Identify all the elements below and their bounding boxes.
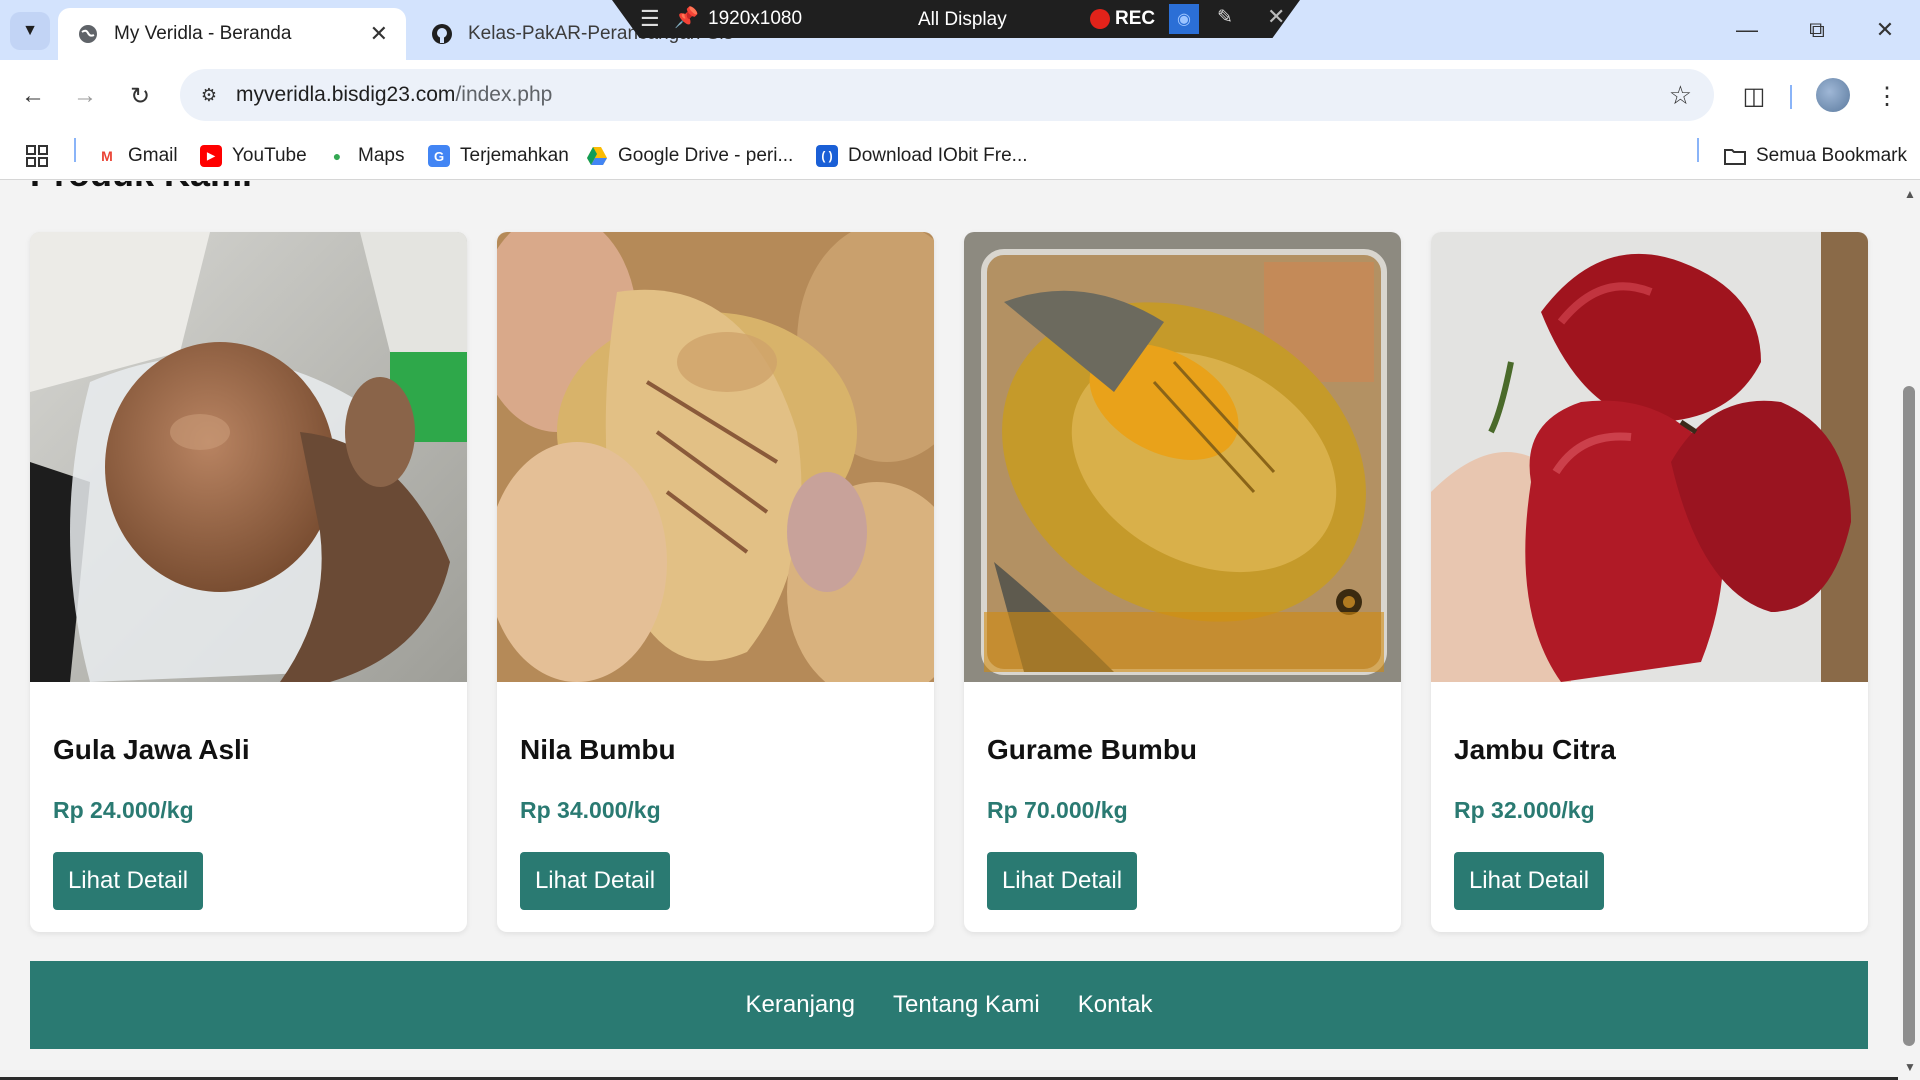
tab-search-button[interactable]: ▼ xyxy=(10,12,50,50)
bookmark-youtube[interactable]: ▶ YouTube xyxy=(200,142,307,170)
product-image-gurame-bumbu xyxy=(964,232,1401,682)
recording-resolution[interactable]: 1920x1080 xyxy=(708,8,802,30)
product-card: Gula Jawa Asli Rp 24.000/kg Lihat Detail xyxy=(30,232,467,932)
product-name: Nila Bumbu xyxy=(520,734,676,765)
bookmark-label: Google Drive - peri... xyxy=(618,145,794,166)
product-price: Rp 24.000/kg xyxy=(53,797,194,823)
url-path: /index.php xyxy=(455,83,553,106)
bookmarks-divider xyxy=(1697,138,1699,162)
camera-icon[interactable]: ◉ xyxy=(1169,4,1199,34)
more-menu-icon[interactable]: ⋮ xyxy=(1868,77,1906,115)
footer-link-tentang-kami[interactable]: Tentang Kami xyxy=(893,991,1040,1019)
browser-toolbar: ← → ↻ ⚙ myveridla.bisdig23.com/index.php… xyxy=(0,60,1920,130)
product-price: Rp 32.000/kg xyxy=(1454,797,1595,823)
view-detail-button[interactable]: Lihat Detail xyxy=(520,852,670,910)
scroll-down-arrow-icon[interactable]: ▼ xyxy=(1904,1060,1916,1074)
iobit-icon: ( ) xyxy=(816,145,838,167)
bookmark-label: YouTube xyxy=(232,145,307,166)
product-price: Rp 34.000/kg xyxy=(520,797,661,823)
record-icon[interactable] xyxy=(1090,9,1110,29)
product-name: Gurame Bumbu xyxy=(987,734,1198,765)
pen-icon[interactable]: ✎ xyxy=(1217,6,1233,29)
folder-icon xyxy=(1724,145,1746,167)
view-detail-button[interactable]: Lihat Detail xyxy=(987,852,1137,910)
all-bookmarks-folder[interactable]: Semua Bookmark xyxy=(1724,142,1907,170)
bookmark-maps[interactable]: ● Maps xyxy=(326,142,405,170)
github-icon xyxy=(430,22,454,46)
restore-icon[interactable]: ⧉ xyxy=(1792,10,1842,50)
bookmark-terjemahkan[interactable]: G Terjemahkan xyxy=(428,142,569,170)
bookmark-gmail[interactable]: M Gmail xyxy=(96,142,178,170)
record-label[interactable]: REC xyxy=(1115,8,1155,30)
url-domain: myveridla.bisdig23.com xyxy=(236,83,456,106)
site-info-icon[interactable]: ⚙ xyxy=(192,78,226,112)
minimize-icon[interactable]: — xyxy=(1722,10,1772,50)
bookmark-star-icon[interactable]: ☆ xyxy=(1669,80,1692,111)
close-tab-icon[interactable]: ✕ xyxy=(370,21,388,47)
product-card: Jambu Citra Rp 32.000/kg Lihat Detail xyxy=(1431,232,1868,932)
product-image-nila-bumbu xyxy=(497,232,934,682)
product-card: Nila Bumbu Rp 34.000/kg Lihat Detail xyxy=(497,232,934,932)
toolbar-divider xyxy=(1790,85,1792,109)
bookmark-label: Download IObit Fre... xyxy=(848,145,1028,166)
back-arrow-icon[interactable]: ← xyxy=(14,77,52,115)
bookmark-label: Semua Bookmark xyxy=(1756,145,1908,166)
translate-icon: G xyxy=(428,145,450,167)
menu-icon[interactable]: ☰ xyxy=(640,6,660,32)
product-image-gula-jawa xyxy=(30,232,467,682)
view-detail-button[interactable]: Lihat Detail xyxy=(53,852,203,910)
apps-grid-icon[interactable] xyxy=(26,142,48,170)
pin-icon[interactable]: 📌 xyxy=(674,5,699,30)
drive-icon xyxy=(586,145,608,167)
bookmark-iobit[interactable]: ( ) Download IObit Fre... xyxy=(816,142,1028,170)
section-title: Produk Kami xyxy=(30,181,252,195)
bookmark-google-drive[interactable]: Google Drive - peri... xyxy=(586,142,793,170)
scroll-up-arrow-icon[interactable]: ▲ xyxy=(1904,187,1916,201)
page-scrollbar[interactable]: ▲ ▼ xyxy=(1898,181,1920,1080)
forward-arrow-icon[interactable]: → xyxy=(66,77,104,115)
site-footer: Keranjang Tentang Kami Kontak xyxy=(30,961,1868,1049)
tab-title: My Veridla - Beranda xyxy=(114,23,292,44)
footer-link-kontak[interactable]: Kontak xyxy=(1078,991,1153,1019)
screen-recorder-toolbar: ☰ 📌 1920x1080 All Display REC ◉ ✎ ✕ xyxy=(612,0,1300,38)
scroll-thumb[interactable] xyxy=(1903,386,1915,1046)
extensions-icon[interactable]: ◫ xyxy=(1735,77,1773,115)
reload-icon[interactable]: ↻ xyxy=(121,77,159,115)
view-detail-button[interactable]: Lihat Detail xyxy=(1454,852,1604,910)
bookmark-label: Terjemahkan xyxy=(460,145,569,166)
chevron-down-icon: ▼ xyxy=(22,22,38,39)
bookmark-label: Gmail xyxy=(128,145,178,166)
page-viewport: Produk Kami Gula Jawa Asli Rp 24.000/kg … xyxy=(0,181,1898,1080)
footer-link-keranjang[interactable]: Keranjang xyxy=(746,991,855,1019)
profile-avatar[interactable] xyxy=(1816,78,1850,112)
url-text[interactable]: myveridla.bisdig23.com/index.php xyxy=(236,83,552,107)
recording-display[interactable]: All Display xyxy=(918,9,1007,31)
bookmark-label: Maps xyxy=(358,145,405,166)
bookmarks-bar: M Gmail ▶ YouTube ● Maps G Terjemahkan G… xyxy=(0,130,1920,180)
product-name: Jambu Citra xyxy=(1454,734,1616,765)
tab-my-veridla[interactable]: My Veridla - Beranda ✕ xyxy=(58,8,406,60)
gmail-icon: M xyxy=(101,148,113,164)
product-name: Gula Jawa Asli xyxy=(53,734,250,765)
product-price: Rp 70.000/kg xyxy=(987,797,1128,823)
globe-icon xyxy=(76,22,100,46)
youtube-icon: ▶ xyxy=(200,145,222,167)
address-bar[interactable]: ⚙ myveridla.bisdig23.com/index.php ☆ xyxy=(180,69,1714,121)
bookmarks-divider xyxy=(74,138,76,162)
maps-icon: ● xyxy=(332,148,342,164)
product-card: Gurame Bumbu Rp 70.000/kg Lihat Detail xyxy=(964,232,1401,932)
product-image-jambu-citra xyxy=(1431,232,1868,682)
close-window-icon[interactable]: ✕ xyxy=(1860,10,1910,50)
